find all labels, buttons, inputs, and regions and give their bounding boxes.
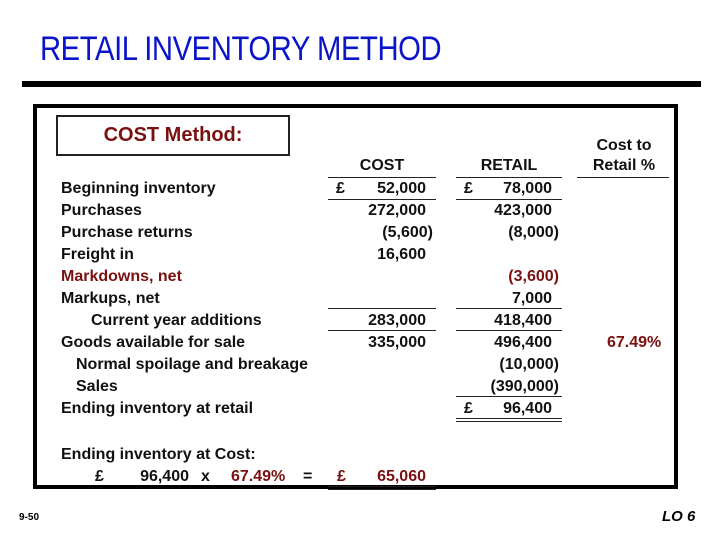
row-label: Markups, net — [61, 290, 160, 307]
currency-symbol: £ — [95, 468, 104, 485]
cost-value: 16,600 — [377, 246, 426, 263]
equals-sign: = — [303, 468, 313, 485]
double-underline — [456, 418, 562, 422]
row-label: Ending inventory at retail — [61, 400, 254, 417]
row-underline — [328, 199, 436, 200]
cost-value: 52,000 — [377, 180, 426, 197]
row-underline — [456, 308, 562, 309]
cost-value: 335,000 — [368, 334, 426, 351]
column-header-ratio-line1: Cost to — [596, 137, 652, 154]
row-label: Sales — [76, 378, 118, 395]
row-label: Purchase returns — [61, 224, 193, 241]
row-underline — [328, 308, 436, 309]
retail-value: (8,000) — [508, 224, 559, 241]
ending-cost-result: 65,060 — [377, 468, 426, 485]
retail-value: (10,000) — [499, 356, 559, 373]
title-divider — [22, 81, 701, 87]
row-label: Beginning inventory — [61, 180, 216, 197]
ending-retail-value: 96,400 — [140, 468, 189, 485]
row-underline — [456, 396, 562, 397]
row-underline — [456, 330, 562, 331]
slide-title: RETAIL INVENTORY METHOD — [40, 30, 442, 68]
cost-to-retail-ratio: 67.49% — [607, 334, 662, 351]
cost-value: 272,000 — [368, 202, 426, 219]
learning-objective: LO 6 — [662, 508, 696, 525]
double-underline — [328, 486, 436, 490]
retail-value: (3,600) — [508, 268, 559, 285]
multiply-sign: x — [201, 468, 210, 485]
retail-value: 96,400 — [503, 400, 552, 417]
retail-value: 423,000 — [494, 202, 552, 219]
retail-value: 418,400 — [494, 312, 552, 329]
retail-value: 78,000 — [503, 180, 552, 197]
retail-value: 7,000 — [511, 290, 552, 307]
column-header-ratio-line2: Retail % — [592, 157, 656, 174]
ending-cost-label: Ending inventory at Cost: — [61, 446, 256, 463]
header-underline-ratio — [577, 177, 669, 178]
header-underline-retail — [456, 177, 562, 178]
row-label: Freight in — [61, 246, 134, 263]
retail-value: (390,000) — [490, 378, 560, 395]
row-label: Purchases — [61, 202, 142, 219]
cost-value: (5,600) — [382, 224, 433, 241]
row-label: Current year additions — [91, 312, 262, 329]
page-number: 9-50 — [19, 512, 40, 523]
ending-ratio: 67.49% — [231, 468, 286, 485]
row-underline — [328, 330, 436, 331]
column-header-retail: RETAIL — [480, 157, 538, 174]
cost-value: 283,000 — [368, 312, 426, 329]
retail-value: 496,400 — [494, 334, 552, 351]
row-label: Normal spoilage and breakage — [76, 356, 309, 373]
method-heading: COST Method: — [103, 124, 243, 146]
column-header-cost: COST — [359, 157, 405, 174]
row-label: Goods available for sale — [61, 334, 246, 351]
method-heading-box: COST Method: — [56, 115, 290, 156]
row-label: Markdowns, net — [61, 268, 182, 285]
row-underline — [456, 199, 562, 200]
header-underline-cost — [328, 177, 436, 178]
